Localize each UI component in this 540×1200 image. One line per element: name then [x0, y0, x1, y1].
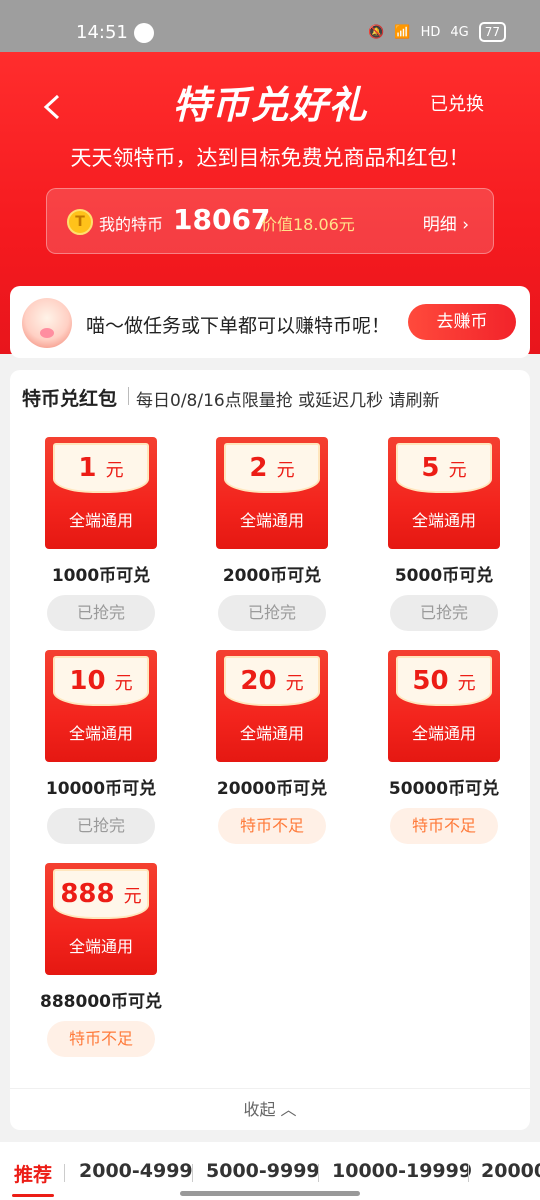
tab-10000-19999[interactable]: 10000-19999 [332, 1160, 472, 1182]
redpacket-card[interactable]: 2 元全端通用 [216, 437, 328, 549]
tab-recommend[interactable]: 推荐 [14, 1160, 52, 1187]
battery-icon: 77 [478, 22, 506, 42]
status-icons: 🔕 📶 HD 4G 77 [368, 22, 506, 42]
mute-icon: 🔕 [368, 24, 385, 40]
hd-icon: HD [420, 24, 441, 40]
redpacket-card[interactable]: 888 元全端通用 [45, 863, 157, 975]
status-bar: 14:51 🔕 📶 HD 4G 77 [0, 0, 540, 52]
earn-coins-button[interactable]: 去赚币 [408, 304, 516, 340]
tab-20000[interactable]: 20000 [481, 1160, 540, 1182]
amount-unit: 元 [123, 886, 142, 907]
redpacket-section: 特币兑红包 每日0/8/16点限量抢 或延迟几秒 请刷新 1 元全端通用 1000… [10, 370, 530, 1130]
amount-value: 2 [249, 453, 268, 483]
redeemed-link[interactable]: 已兑换 [430, 90, 484, 116]
redpacket-amount: 2 元 [216, 453, 328, 483]
redpacket-price: 10000币可兑 [45, 779, 157, 799]
navigation-icon [134, 23, 154, 43]
redpacket-amount: 20 元 [216, 666, 328, 696]
amount-unit: 元 [285, 673, 304, 694]
collapse-button[interactable]: 收起 ︿ [10, 1088, 530, 1130]
redpacket-amount: 5 元 [388, 453, 500, 483]
chevron-right-icon: › [462, 215, 469, 235]
redpacket-label: 全端通用 [68, 937, 133, 956]
redeem-status-button[interactable]: 特币不足 [390, 808, 498, 844]
coin-label: 我的特币 [99, 215, 164, 234]
redpacket-amount: 888 元 [45, 879, 157, 909]
redpacket-label: 全端通用 [239, 511, 304, 530]
redeem-status-button[interactable]: 已抢完 [390, 595, 498, 631]
tab-2000-4999[interactable]: 2000-4999 [79, 1160, 193, 1182]
redpacket-price: 1000币可兑 [51, 566, 151, 586]
coin-balance-bar: T 我的特币 18067 价值18.06元 明细 › [46, 188, 494, 254]
redpacket-card[interactable]: 10 元全端通用 [45, 650, 157, 762]
signal-icon: 4G [450, 24, 469, 40]
redpacket-amount: 10 元 [45, 666, 157, 696]
detail-label: 明细 [422, 215, 457, 235]
redpacket-label: 全端通用 [411, 511, 476, 530]
redpacket-amount: 1 元 [45, 453, 157, 483]
coin-worth: 价值18.06元 [261, 215, 355, 234]
redeem-status-button[interactable]: 已抢完 [47, 595, 155, 631]
tab-divider [192, 1164, 193, 1182]
earn-banner: 喵～做任务或下单都可以赚特币呢！ 去赚币 [10, 286, 530, 358]
redeem-status-button[interactable]: 已抢完 [47, 808, 155, 844]
wifi-icon: 📶 [394, 24, 411, 40]
amount-value: 888 [60, 879, 115, 909]
redpacket-label: 全端通用 [68, 724, 133, 743]
amount-value: 5 [421, 453, 440, 483]
collapse-label: 收起 [243, 1100, 276, 1119]
section-title: 特币兑红包 [22, 388, 118, 410]
tab-divider [64, 1164, 65, 1182]
redpacket-price: 2000币可兑 [222, 566, 322, 586]
coin-value: 18067 [173, 203, 271, 236]
amount-unit: 元 [448, 460, 467, 481]
redpacket-label: 全端通用 [68, 511, 133, 530]
tab-divider [318, 1164, 319, 1182]
amount-value: 20 [240, 666, 277, 696]
redpacket-label: 全端通用 [411, 724, 476, 743]
redeem-status-button[interactable]: 特币不足 [47, 1021, 155, 1057]
amount-value: 50 [412, 666, 449, 696]
amount-value: 10 [69, 666, 106, 696]
chevron-up-icon: ︿ [280, 1100, 297, 1119]
section-subtitle: 每日0/8/16点限量抢 或延迟几秒 请刷新 [136, 391, 440, 411]
redpacket-amount: 50 元 [388, 666, 500, 696]
amount-unit: 元 [457, 673, 476, 694]
tab-5000-9999[interactable]: 5000-9999 [206, 1160, 320, 1182]
amount-unit: 元 [276, 460, 295, 481]
status-time: 14:51 [76, 22, 128, 43]
redpacket-card[interactable]: 5 元全端通用 [388, 437, 500, 549]
detail-link[interactable]: 明细 › [423, 210, 469, 235]
redpacket-card[interactable]: 1 元全端通用 [45, 437, 157, 549]
redeem-status-button[interactable]: 特币不足 [218, 808, 326, 844]
redpacket-price: 20000币可兑 [216, 779, 328, 799]
redpacket-label: 全端通用 [239, 724, 304, 743]
mascot-avatar-icon [22, 298, 72, 348]
amount-unit: 元 [114, 673, 133, 694]
earn-text: 喵～做任务或下单都可以赚特币呢！ [86, 315, 391, 337]
coin-icon: T [67, 209, 93, 235]
header-subtitle: 天天领特币，达到目标免费兑商品和红包！ [70, 146, 470, 170]
redeem-status-button[interactable]: 已抢完 [218, 595, 326, 631]
home-indicator [180, 1191, 360, 1196]
amount-unit: 元 [105, 460, 124, 481]
redpacket-card[interactable]: 20 元全端通用 [216, 650, 328, 762]
redpacket-price: 888000币可兑 [40, 992, 162, 1012]
title-divider [128, 387, 129, 405]
redpacket-price: 5000币可兑 [394, 566, 494, 586]
redpacket-card[interactable]: 50 元全端通用 [388, 650, 500, 762]
amount-value: 1 [78, 453, 97, 483]
tab-divider [468, 1164, 469, 1182]
redpacket-price: 50000币可兑 [388, 779, 500, 799]
active-tab-indicator [12, 1194, 54, 1197]
